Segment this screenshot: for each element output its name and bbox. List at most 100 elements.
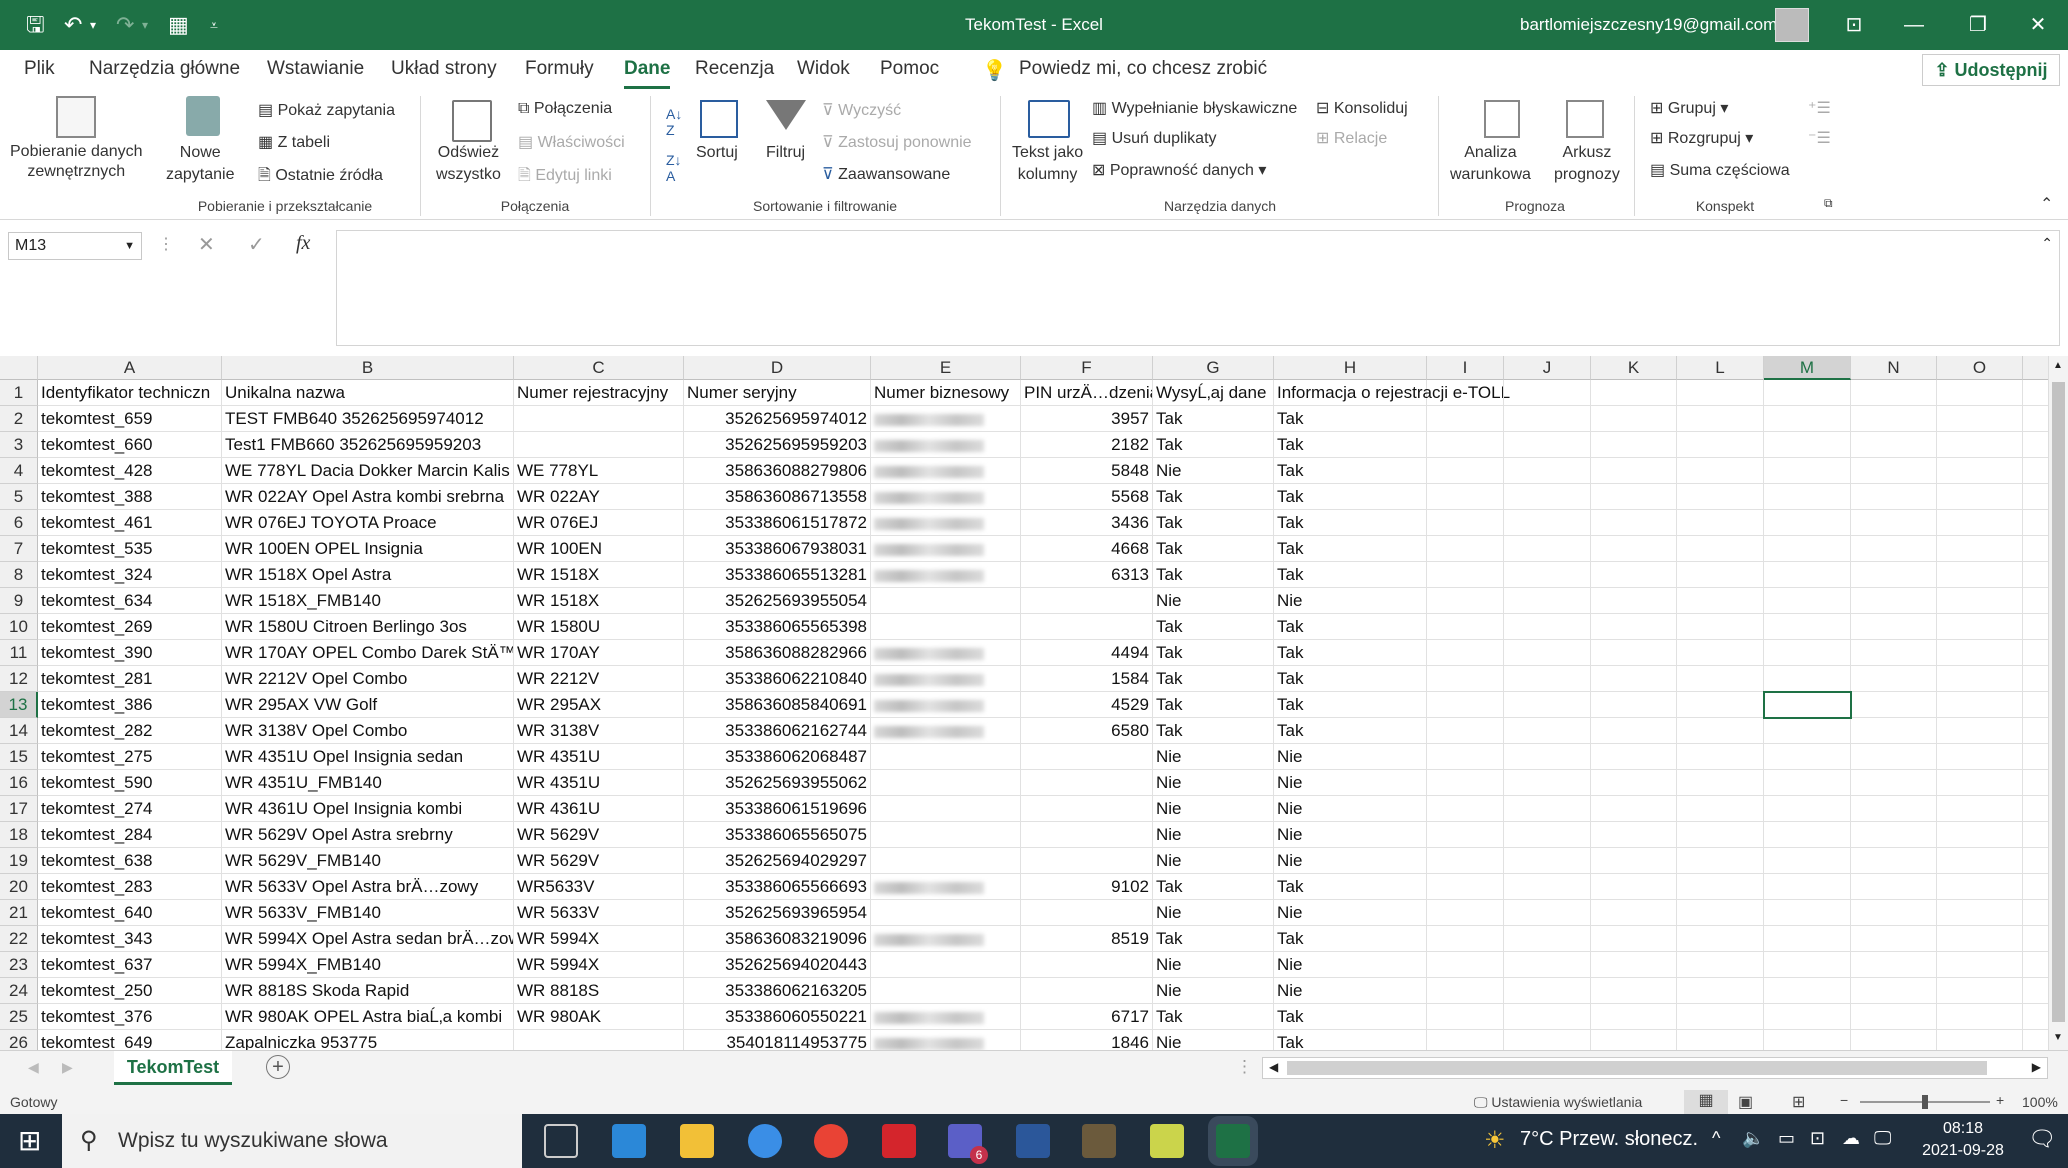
table-cell[interactable]: tekomtest_640 <box>38 900 222 926</box>
header-cell[interactable] <box>2023 380 2048 406</box>
table-cell[interactable]: tekomtest_324 <box>38 562 222 588</box>
table-cell[interactable] <box>1851 406 1937 432</box>
table-cell[interactable]: Tak <box>1153 510 1274 536</box>
table-cell[interactable] <box>871 822 1021 848</box>
table-cell[interactable]: Tak <box>1153 536 1274 562</box>
restore-button[interactable]: ❐ <box>1948 0 2008 50</box>
column-header-l[interactable]: L <box>1677 356 1764 380</box>
table-cell[interactable] <box>871 640 1021 666</box>
table-cell[interactable] <box>1591 718 1677 744</box>
row-header[interactable]: 20 <box>0 874 38 900</box>
table-cell[interactable] <box>1764 1030 1851 1050</box>
table-cell[interactable] <box>1427 432 1504 458</box>
column-header-e[interactable]: E <box>871 356 1021 380</box>
table-cell[interactable] <box>1851 822 1937 848</box>
column-header-c[interactable]: C <box>514 356 684 380</box>
table-cell[interactable] <box>1764 926 1851 952</box>
row-header[interactable]: 9 <box>0 588 38 614</box>
table-cell[interactable] <box>1937 588 2023 614</box>
table-cell[interactable] <box>1021 822 1153 848</box>
row-header[interactable]: 23 <box>0 952 38 978</box>
table-cell[interactable] <box>1427 822 1504 848</box>
header-cell[interactable]: Numer biznesowy <box>871 380 1021 406</box>
table-cell[interactable]: WR 5994X Opel Astra sedan brÄ…zowy <box>222 926 514 952</box>
close-button[interactable]: ✕ <box>2008 0 2068 50</box>
page-layout-view-icon[interactable]: ▣ <box>1738 1092 1753 1112</box>
consolidate-button[interactable]: ⊟ Konsoliduj <box>1316 98 1408 118</box>
table-cell[interactable] <box>1677 848 1764 874</box>
table-cell[interactable] <box>871 848 1021 874</box>
scroll-up-icon[interactable]: ▲ <box>2053 360 2063 371</box>
avatar[interactable] <box>1775 8 1809 42</box>
table-cell[interactable] <box>871 874 1021 900</box>
text-to-columns-icon[interactable] <box>1028 100 1070 138</box>
table-cell[interactable] <box>1677 1004 1764 1030</box>
table-cell[interactable] <box>1427 484 1504 510</box>
table-cell[interactable]: Nie <box>1274 900 1427 926</box>
table-cell[interactable]: tekomtest_659 <box>38 406 222 432</box>
table-cell[interactable] <box>1504 666 1591 692</box>
group-button[interactable]: ⊞ Grupuj ▾ <box>1650 98 1728 118</box>
table-cell[interactable]: tekomtest_535 <box>38 536 222 562</box>
table-cell[interactable] <box>1764 484 1851 510</box>
table-cell[interactable]: 353386062210840 <box>684 666 871 692</box>
table-cell[interactable] <box>1677 796 1764 822</box>
table-cell[interactable] <box>1851 952 1937 978</box>
table-cell[interactable] <box>1591 666 1677 692</box>
table-cell[interactable]: Tak <box>1153 666 1274 692</box>
table-cell[interactable]: tekomtest_638 <box>38 848 222 874</box>
table-cell[interactable] <box>1937 562 2023 588</box>
row-header[interactable]: 18 <box>0 822 38 848</box>
table-cell[interactable]: WR 4351U_FMB140 <box>222 770 514 796</box>
table-cell[interactable] <box>1764 874 1851 900</box>
table-cell[interactable] <box>1427 588 1504 614</box>
sort-button[interactable]: Sortuj <box>696 144 738 162</box>
table-cell[interactable] <box>1021 614 1153 640</box>
table-cell[interactable] <box>1504 744 1591 770</box>
notifications-icon[interactable]: 🗨 <box>2028 1126 2056 1152</box>
table-cell[interactable] <box>1504 822 1591 848</box>
table-cell[interactable]: WR 100EN OPEL Insignia <box>222 536 514 562</box>
table-cell[interactable]: WR 5629V <box>514 848 684 874</box>
table-cell[interactable]: Nie <box>1274 978 1427 1004</box>
table-cell[interactable] <box>1937 770 2023 796</box>
table-cell[interactable]: 352625695959203 <box>684 432 871 458</box>
table-cell[interactable] <box>1764 458 1851 484</box>
table-cell[interactable] <box>1764 666 1851 692</box>
table-cell[interactable]: WR 022AY <box>514 484 684 510</box>
table-cell[interactable]: WR 2212V <box>514 666 684 692</box>
table-cell[interactable]: tekomtest_250 <box>38 978 222 1004</box>
table-cell[interactable]: Tak <box>1274 1030 1427 1050</box>
table-cell[interactable] <box>2023 900 2048 926</box>
table-cell[interactable] <box>871 1030 1021 1050</box>
table-cell[interactable]: tekomtest_282 <box>38 718 222 744</box>
row-header[interactable]: 13 <box>0 692 38 718</box>
collapse-ribbon-icon[interactable]: ⌃ <box>2040 194 2053 214</box>
new-query-icon[interactable] <box>186 96 220 136</box>
table-cell[interactable]: 358636088279806 <box>684 458 871 484</box>
dialog-launcher-icon[interactable]: ⧉ <box>1824 196 1833 211</box>
table-cell[interactable]: WR 100EN <box>514 536 684 562</box>
table-cell[interactable]: tekomtest_461 <box>38 510 222 536</box>
table-cell[interactable] <box>1937 640 2023 666</box>
table-cell[interactable]: WR 8818S Skoda Rapid <box>222 978 514 1004</box>
table-cell[interactable] <box>1764 588 1851 614</box>
column-header-a[interactable]: A <box>38 356 222 380</box>
table-cell[interactable] <box>1851 458 1937 484</box>
table-cell[interactable] <box>1504 926 1591 952</box>
table-cell[interactable] <box>1427 952 1504 978</box>
table-cell[interactable] <box>871 406 1021 432</box>
header-cell[interactable] <box>1937 380 2023 406</box>
table-cell[interactable]: Nie <box>1153 952 1274 978</box>
table-cell[interactable]: 352625694029297 <box>684 848 871 874</box>
table-cell[interactable]: tekomtest_634 <box>38 588 222 614</box>
row-header[interactable]: 26 <box>0 1030 38 1050</box>
table-cell[interactable] <box>1677 978 1764 1004</box>
table-cell[interactable] <box>2023 744 2048 770</box>
network-icon[interactable]: ⊡ <box>1810 1128 1825 1149</box>
table-cell[interactable]: Nie <box>1274 796 1427 822</box>
table-cell[interactable] <box>1591 640 1677 666</box>
table-cell[interactable] <box>1677 926 1764 952</box>
table-cell[interactable] <box>871 744 1021 770</box>
tab-insert[interactable]: Wstawianie <box>267 58 364 80</box>
